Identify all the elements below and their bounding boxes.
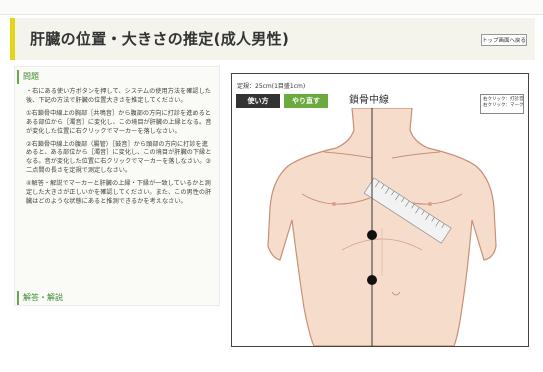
- page-title: 肝臓の位置・大きさの推定(成人男性): [30, 30, 290, 48]
- question-paragraph: ・右にある使い方ボタンを押して、システムの使用方法を確認した後、下記の方法で肝臓…: [26, 88, 211, 104]
- nipple-right: [428, 202, 432, 206]
- redo-button[interactable]: やり直す: [284, 94, 328, 108]
- back-to-top-button[interactable]: トップ画面へ戻る: [481, 34, 527, 46]
- liver-upper-marker[interactable]: [367, 230, 377, 240]
- ruler-scale-text: 定規：25cm(1目盛1cm): [237, 83, 306, 90]
- liver-lower-marker[interactable]: [367, 275, 377, 285]
- question-paragraph: ②右鎖骨中線上の腹部（腸管）［鼓音］から頭部の方向に打診を進めると、ある部位から…: [26, 140, 212, 175]
- answer-explanation-link[interactable]: 解答・解説: [17, 291, 157, 305]
- usage-button[interactable]: 使い方: [236, 94, 280, 108]
- torso-skin: [267, 108, 497, 346]
- question-text: ・右にある使い方ボタンを押して、システムの使用方法を確認した後、下記の方法で肝臓…: [26, 88, 214, 211]
- midclavicular-line-label: 鎖骨中線: [349, 95, 389, 106]
- nipple-left: [332, 202, 336, 206]
- question-paragraph: ④解答・解説でマーカーと肝臓の上縁・下縁が一致しているかと測定した大きさが正しい…: [26, 180, 212, 205]
- torso-illustration[interactable]: [232, 108, 529, 346]
- top-bar: [0, 0, 543, 15]
- question-heading: 問題: [17, 70, 157, 84]
- question-paragraph: ①右鎖骨中線上の胸部［共鳴音］から腹部の方向に打診を進めるとある部位から［濁音］…: [26, 109, 212, 135]
- page: 肝臓の位置・大きさの推定(成人男性) トップ画面へ戻る 問題 ・右にある使い方ボ…: [0, 0, 543, 372]
